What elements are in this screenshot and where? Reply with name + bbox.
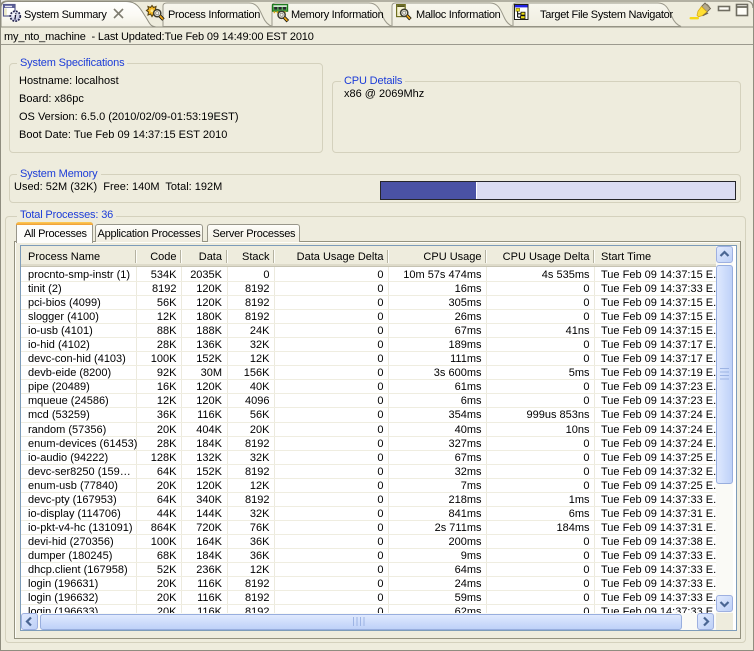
svg-text:Process Information: Process Information [168, 9, 260, 21]
svg-text:i: i [14, 13, 17, 23]
svg-text:Target File System Navigator: Target File System Navigator [540, 9, 673, 21]
svg-text:Malloc Information: Malloc Information [416, 9, 501, 21]
svg-text:Memory Information: Memory Information [291, 9, 384, 21]
svg-text:System Summary: System Summary [24, 9, 107, 21]
